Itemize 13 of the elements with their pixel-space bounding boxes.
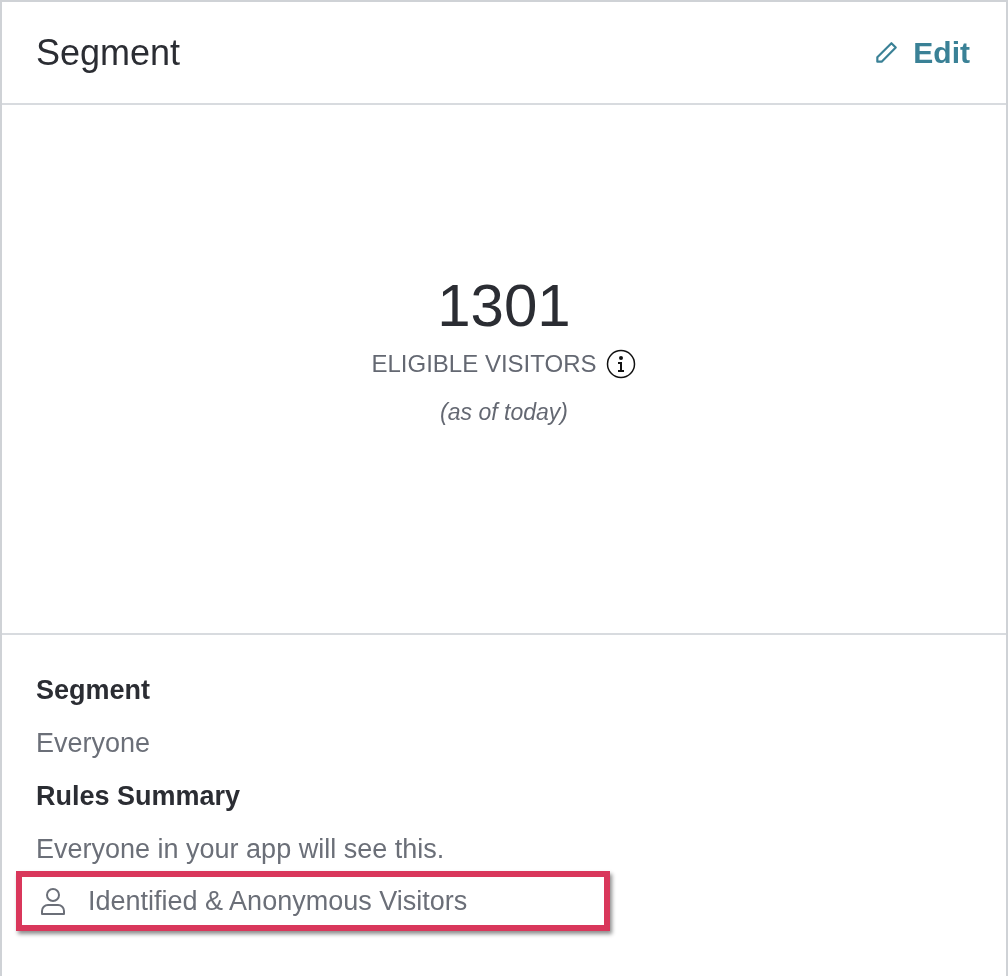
visitor-count: 1301: [437, 272, 571, 339]
date-note: (as of today): [440, 398, 568, 426]
detail-heading: Rules Summary: [36, 781, 242, 812]
detail-value: Everyone: [36, 728, 152, 759]
detail-value: Everyone in your app will see this.: [36, 834, 446, 865]
detail-heading: Segment: [36, 675, 152, 706]
pencil-icon: [873, 39, 900, 66]
info-icon[interactable]: [606, 348, 637, 379]
card-title: Segment: [36, 31, 181, 74]
count-label: ELIGIBLE VISITORS: [371, 349, 597, 378]
person-icon: [40, 887, 66, 915]
audience-label: Identified & Anonymous Visitors: [88, 885, 468, 917]
edit-link[interactable]: Edit: [873, 35, 970, 70]
